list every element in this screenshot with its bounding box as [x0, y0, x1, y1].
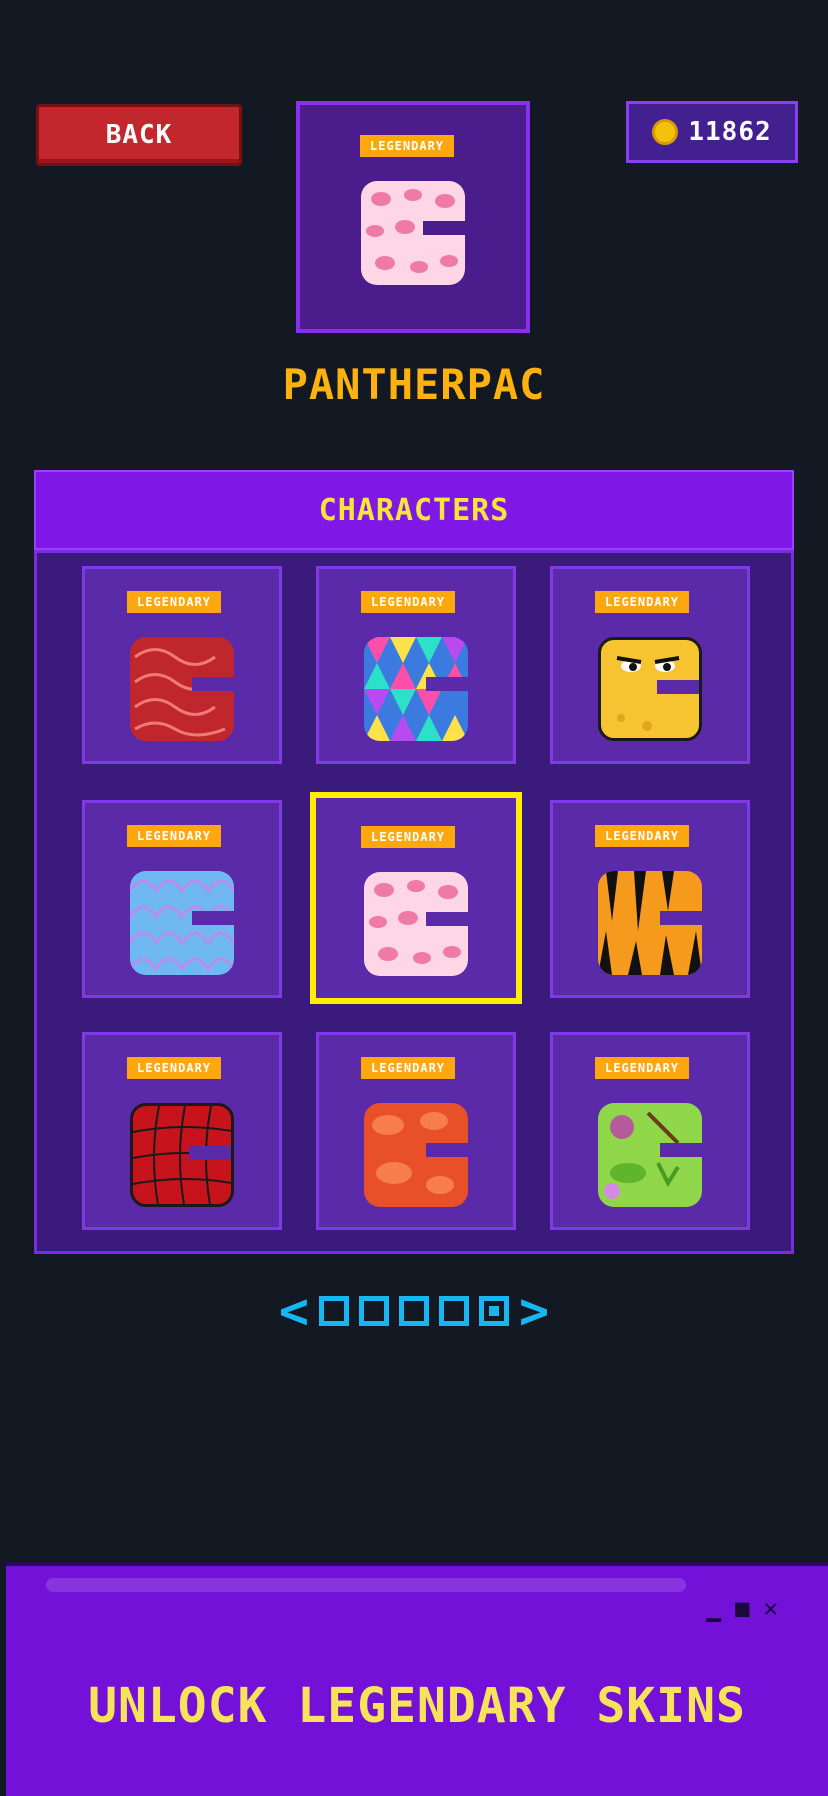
spider-pac-icon [130, 1103, 234, 1207]
rarity-badge: LEGENDARY [361, 1057, 456, 1079]
characters-header: CHARACTERS [34, 470, 794, 550]
page-dot[interactable] [439, 1296, 469, 1326]
rarity-badge: LEGENDARY [361, 826, 456, 848]
mosaic-pac-icon [364, 637, 468, 741]
zombie-pac-icon [598, 1103, 702, 1207]
page-dot-active[interactable] [479, 1296, 509, 1326]
page-indicator: < > [0, 1282, 828, 1340]
rarity-badge: LEGENDARY [127, 591, 222, 613]
chevron-right-icon[interactable]: > [519, 1282, 549, 1340]
skin-card-zombie[interactable]: LEGENDARY [550, 1032, 750, 1230]
skin-card-leopard[interactable]: LEGENDARY [310, 792, 522, 1004]
skin-card-cheese[interactable]: LEGENDARY [550, 566, 750, 764]
close-icon: ✕ [763, 1594, 778, 1622]
rarity-badge: LEGENDARY [360, 135, 455, 157]
brain-pac-icon [130, 637, 234, 741]
tiger-pac-icon [598, 871, 702, 975]
skin-card-spider[interactable]: LEGENDARY [82, 1032, 282, 1230]
rarity-badge: LEGENDARY [595, 1057, 690, 1079]
rarity-badge: LEGENDARY [127, 825, 222, 847]
chevron-left-icon[interactable]: < [279, 1282, 309, 1340]
promo-banner: ▁ ■ ✕ UNLOCK LEGENDARY SKINS [6, 1562, 828, 1796]
rarity-badge: LEGENDARY [127, 1057, 222, 1079]
rarity-badge: LEGENDARY [595, 591, 690, 613]
skin-card-lava[interactable]: LEGENDARY [316, 1032, 516, 1230]
coin-icon [652, 119, 679, 145]
maximize-icon: ■ [735, 1594, 750, 1622]
coin-amount: 11862 [688, 117, 772, 147]
skin-name: PANTHERPAC [282, 360, 546, 409]
scales-pac-icon [130, 871, 234, 975]
skin-card-tiger[interactable]: LEGENDARY [550, 800, 750, 998]
skin-card-brain[interactable]: LEGENDARY [82, 566, 282, 764]
selected-skin-preview: LEGENDARY [296, 101, 530, 333]
lava-pac-icon [364, 1103, 468, 1207]
rarity-badge: LEGENDARY [361, 591, 456, 613]
coin-counter: 11862 [626, 101, 798, 163]
rarity-badge: LEGENDARY [595, 825, 690, 847]
banner-title: UNLOCK LEGENDARY SKINS [88, 1678, 746, 1734]
leopard-pac-icon [361, 181, 465, 285]
cheese-pac-icon [598, 637, 702, 741]
page-dot[interactable] [399, 1296, 429, 1326]
leopard-pac-icon [364, 872, 468, 976]
window-controls: ▁ ■ ✕ [707, 1594, 778, 1622]
page-dot[interactable] [359, 1296, 389, 1326]
page-dot[interactable] [319, 1296, 349, 1326]
minimize-icon: ▁ [706, 1594, 722, 1622]
skin-card-scales[interactable]: LEGENDARY [82, 800, 282, 998]
back-button[interactable]: BACK [36, 104, 242, 166]
skin-card-mosaic[interactable]: LEGENDARY [316, 566, 516, 764]
